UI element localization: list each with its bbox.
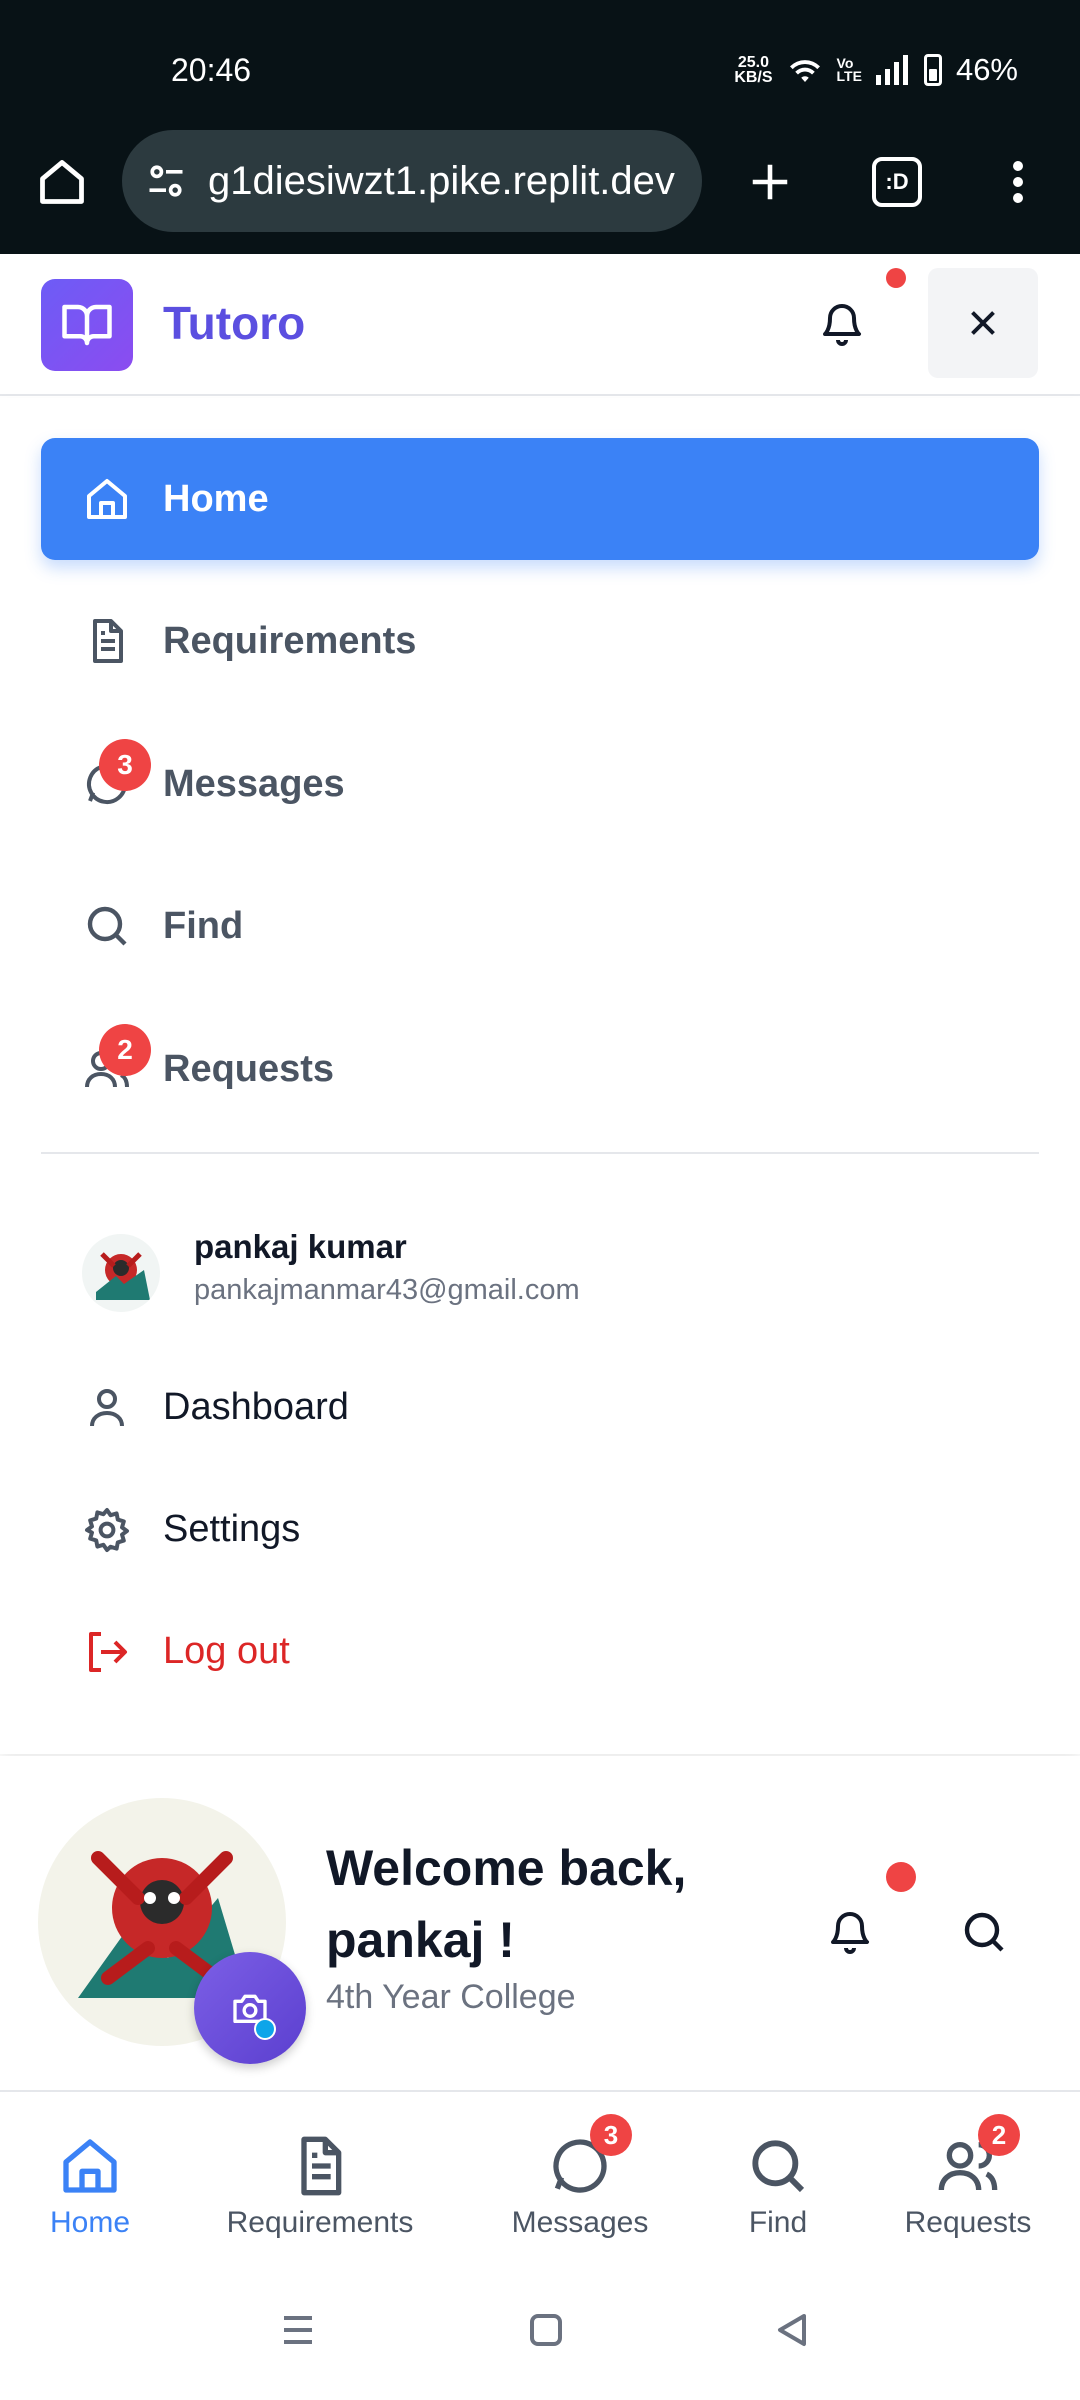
bottom-nav-label: Home: [49, 2206, 131, 2239]
search-icon[interactable]: [960, 1908, 1008, 1956]
menu-item-settings[interactable]: Settings: [41, 1480, 1039, 1580]
battery-percent: 46%: [955, 52, 1018, 87]
menu-item-label: Settings: [163, 1508, 301, 1550]
battery-icon: [923, 54, 942, 86]
drawer-item-label: Requirements: [163, 619, 417, 662]
volte-indicator: Vo LTE: [836, 55, 862, 84]
notification-dot: [886, 1862, 916, 1892]
bottom-nav-requests[interactable]: Requests 2: [898, 2092, 1038, 2262]
plus-icon: [752, 164, 788, 200]
welcome-section: Welcome back, pankaj ! 4th Year College: [0, 1756, 1080, 2088]
drawer-item-label: Find: [163, 904, 244, 947]
bottom-nav-label: Messages: [511, 2206, 649, 2239]
drawer-item-label: Home: [163, 477, 269, 520]
menu-item-label: Dashboard: [163, 1386, 349, 1428]
book-icon: [62, 304, 112, 346]
more-vertical-icon: [1013, 161, 1023, 203]
new-tab-button[interactable]: [738, 150, 802, 214]
close-icon: [971, 311, 995, 335]
navigation-drawer: Home Requirements Messages 3 Find Reques…: [0, 398, 1080, 1754]
welcome-subtitle: 4th Year College: [326, 1978, 576, 2016]
wifi-icon: [789, 60, 820, 82]
bottom-nav-label: Find: [748, 2206, 808, 2239]
notification-dot: [886, 268, 906, 288]
home-icon: [87, 479, 127, 519]
welcome-title: Welcome back, pankaj !: [326, 1840, 687, 1968]
drawer-item-label: Messages: [163, 762, 345, 805]
menu-item-logout[interactable]: Log out: [41, 1602, 1039, 1702]
verified-icon: [254, 2018, 276, 2040]
change-photo-button[interactable]: [194, 1952, 306, 2064]
tab-switcher-button[interactable]: :D: [872, 157, 922, 207]
drawer-item-messages[interactable]: Messages 3: [41, 723, 1039, 845]
search-icon: [752, 2140, 805, 2193]
bottom-navigation: Home Requirements Messages 3 Find Reques…: [0, 2090, 1080, 2260]
address-bar[interactable]: g1diesiwzt1.pike.replit.dev: [122, 130, 702, 232]
bottom-nav-messages[interactable]: Messages 3: [500, 2092, 660, 2262]
bottom-nav-home[interactable]: Home: [40, 2092, 140, 2262]
brand-name[interactable]: Tutoro: [163, 296, 305, 350]
drawer-item-label: Requests: [163, 1047, 335, 1090]
drawer-item-home[interactable]: Home: [41, 438, 1039, 560]
bottom-nav-requirements[interactable]: Requirements: [220, 2092, 420, 2262]
recents-icon[interactable]: [274, 2306, 322, 2354]
user-name: pankaj kumar: [194, 1228, 407, 1265]
search-icon: [87, 906, 127, 946]
home-icon[interactable]: [522, 2306, 570, 2354]
url-text[interactable]: g1diesiwzt1.pike.replit.dev: [208, 159, 675, 204]
home-icon: [63, 2139, 117, 2193]
home-icon: [40, 160, 84, 204]
app-logo[interactable]: [41, 279, 133, 371]
request-badge: 2: [978, 2114, 1020, 2156]
logout-icon: [89, 1632, 127, 1672]
status-time: 20:46: [171, 52, 252, 88]
signal-icon: [875, 55, 908, 85]
gear-icon: [85, 1508, 129, 1552]
unread-badge: 3: [590, 2114, 632, 2156]
drawer-divider: [41, 1152, 1039, 1154]
menu-item-label: Log out: [163, 1630, 290, 1672]
document-icon: [93, 619, 123, 663]
bell-icon[interactable]: [818, 300, 866, 348]
user-icon: [90, 1389, 124, 1427]
menu-item-dashboard[interactable]: Dashboard: [41, 1358, 1039, 1458]
bottom-nav-find[interactable]: Find: [728, 2092, 828, 2262]
app-header: Tutoro: [0, 256, 1080, 396]
browser-home-button[interactable]: [30, 150, 94, 214]
site-settings-icon[interactable]: [144, 159, 188, 203]
bell-icon[interactable]: [826, 1908, 874, 1956]
network-speed: 25.0 KB/S: [734, 54, 773, 86]
drawer-item-find[interactable]: Find: [41, 865, 1039, 987]
bottom-nav-label: Requests: [904, 2206, 1032, 2239]
browser-chrome: 20:46 25.0 KB/S Vo LTE 46% g1diesiwzt1.p…: [0, 0, 1080, 254]
back-icon[interactable]: [768, 2306, 816, 2354]
close-menu-button[interactable]: [928, 268, 1038, 378]
profile-picture: [82, 1234, 160, 1312]
bottom-nav-label: Requirements: [226, 2206, 414, 2239]
request-badge: 2: [99, 1024, 151, 1076]
avatar[interactable]: [82, 1234, 160, 1312]
status-icons: 25.0 KB/S Vo LTE 46%: [734, 52, 1018, 88]
browser-menu-button[interactable]: [1002, 150, 1034, 214]
drawer-item-requirements[interactable]: Requirements: [41, 580, 1039, 702]
system-navigation: [0, 2262, 1080, 2400]
document-icon: [301, 2136, 342, 2196]
user-email: pankajmanmar43@gmail.com: [194, 1274, 580, 1306]
unread-badge: 3: [99, 739, 151, 791]
drawer-item-requests[interactable]: Requests 2: [41, 1008, 1039, 1130]
